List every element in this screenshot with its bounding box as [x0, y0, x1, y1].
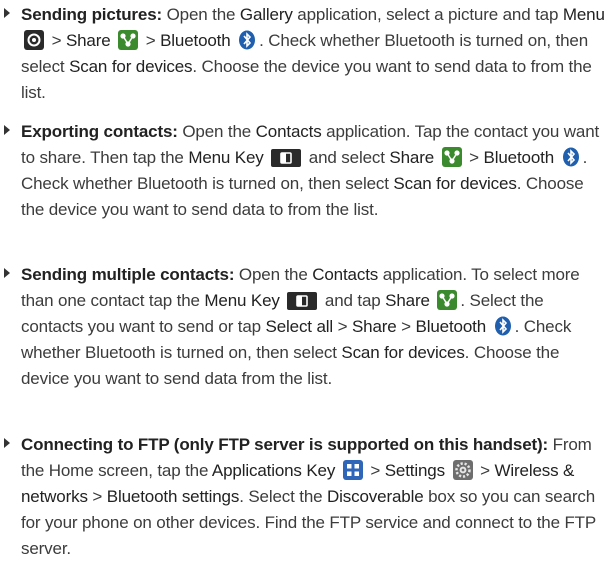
- ui-term-bluetooth-settings: Bluetooth settings: [106, 487, 240, 506]
- text: >: [87, 487, 107, 506]
- text: >: [475, 461, 495, 480]
- text: and tap: [320, 291, 386, 310]
- ui-term-settings: Settings: [384, 461, 445, 480]
- ui-term-share: Share: [351, 317, 397, 336]
- text: Open the: [234, 265, 313, 284]
- text: >: [396, 317, 416, 336]
- ui-term-menu-key: Menu Key: [204, 291, 280, 310]
- text: Open the: [162, 5, 240, 24]
- ui-term-bluetooth: Bluetooth: [415, 317, 487, 336]
- ui-term-bluetooth: Bluetooth: [160, 31, 231, 50]
- ui-term-share: Share: [385, 291, 430, 310]
- text: >: [141, 31, 161, 50]
- ui-term-menu-key: Menu Key: [188, 148, 264, 167]
- paragraph: Exporting contacts: Open the Contacts ap…: [21, 119, 605, 223]
- bullet-arrow-icon: [4, 125, 10, 135]
- ui-term-discoverable: Discoverable: [327, 487, 424, 506]
- list-item-sending-multiple-contacts: Sending multiple contacts: Open the Cont…: [0, 262, 605, 392]
- menu-icon: [24, 30, 44, 50]
- ui-term-contacts: Contacts: [255, 122, 322, 141]
- text: >: [47, 31, 66, 50]
- text: >: [464, 148, 484, 167]
- settings-icon: [452, 460, 473, 480]
- bluetooth-icon: [238, 30, 256, 50]
- share-icon: [118, 30, 139, 50]
- bluetooth-icon: [562, 147, 580, 167]
- ui-term-scan: Scan for devices: [393, 174, 517, 193]
- text: . Select the: [239, 487, 328, 506]
- text: >: [333, 317, 352, 336]
- ui-term-scan: Scan for devices: [69, 57, 193, 76]
- share-icon: [441, 147, 462, 167]
- applications-key-icon: [342, 460, 363, 480]
- paragraph: Connecting to FTP (only FTP server is su…: [21, 432, 605, 562]
- ui-term-gallery: Gallery: [239, 5, 293, 24]
- ui-term-applications-key: Applications Key: [211, 461, 336, 480]
- ui-term-share: Share: [389, 148, 435, 167]
- bluetooth-icon: [494, 316, 512, 336]
- list-item-sending-pictures: Sending pictures: Open the Gallery appli…: [0, 2, 605, 106]
- list-item-exporting-contacts: Exporting contacts: Open the Contacts ap…: [0, 119, 605, 223]
- ui-term-bluetooth: Bluetooth: [483, 148, 555, 167]
- item-lead: Sending multiple contacts:: [21, 265, 235, 284]
- paragraph: Sending pictures: Open the Gallery appli…: [21, 2, 605, 106]
- text: and select: [304, 148, 390, 167]
- ui-term-select-all: Select all: [265, 317, 334, 336]
- item-lead: Sending pictures:: [21, 5, 163, 24]
- bullet-arrow-icon: [4, 268, 10, 278]
- share-icon: [437, 290, 458, 310]
- ui-term-share: Share: [65, 31, 111, 50]
- ui-term-contacts: Contacts: [312, 265, 379, 284]
- text: application, select a picture and tap: [292, 5, 563, 24]
- text: Open the: [177, 122, 256, 141]
- item-lead: Connecting to FTP (only FTP server is su…: [21, 435, 549, 454]
- menu-key-icon: [287, 292, 318, 310]
- ui-term-scan: Scan for devices: [341, 343, 465, 362]
- list-item-connecting-ftp: Connecting to FTP (only FTP server is su…: [0, 432, 605, 562]
- bullet-arrow-icon: [4, 8, 10, 18]
- menu-key-icon: [271, 149, 302, 167]
- text: >: [365, 461, 385, 480]
- paragraph: Sending multiple contacts: Open the Cont…: [21, 262, 605, 392]
- bullet-arrow-icon: [4, 438, 10, 448]
- item-lead: Exporting contacts:: [21, 122, 178, 141]
- ui-term-menu: Menu: [562, 5, 605, 24]
